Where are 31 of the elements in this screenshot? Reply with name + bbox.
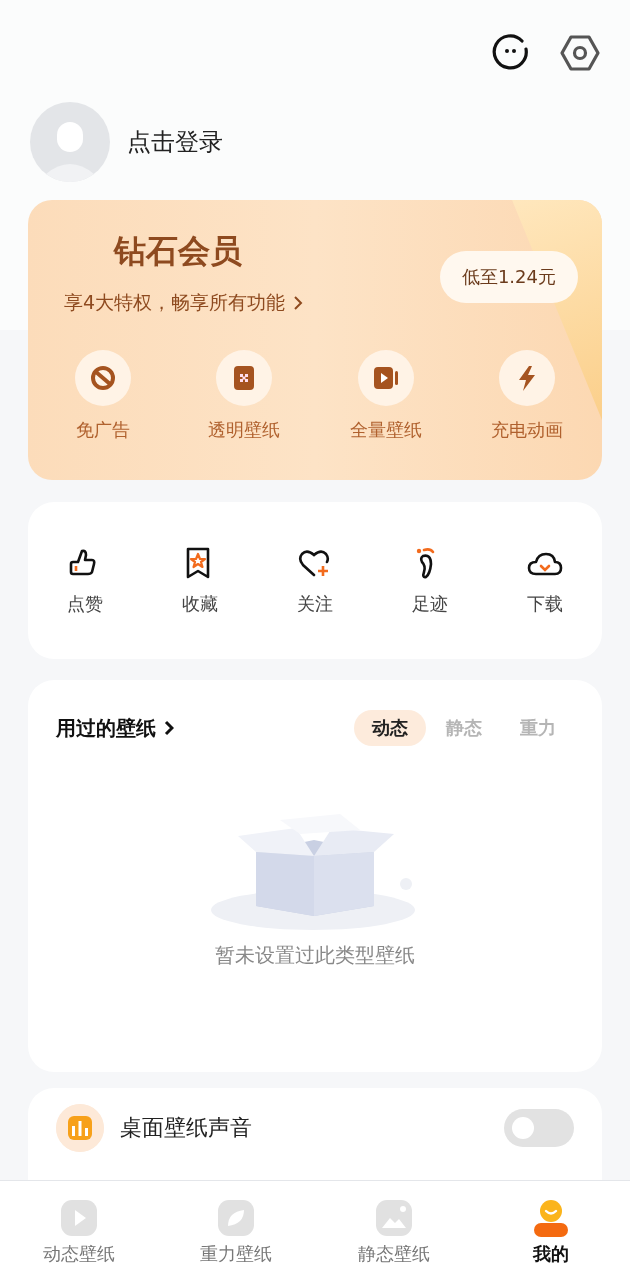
shortcut-label[interactable]: 点赞: [67, 591, 104, 616]
empty-message: 暂未设置过此类型壁纸: [214, 942, 416, 969]
chevron-right-icon: [293, 295, 304, 311]
nav-tab[interactable]: 静态壁纸: [315, 1181, 473, 1280]
leaf-icon: [216, 1198, 257, 1238]
toggle-switch[interactable]: [504, 1109, 574, 1147]
perk-label[interactable]: 充电动画: [491, 418, 564, 442]
perk-label[interactable]: 免广告: [75, 418, 130, 442]
settings-icon[interactable]: [560, 34, 600, 72]
shortcut-label[interactable]: 收藏: [182, 591, 219, 616]
perk-label[interactable]: 透明壁纸: [208, 418, 281, 442]
nav-tab[interactable]: 我的: [472, 1181, 630, 1280]
filter-tab[interactable]: 动态: [354, 710, 426, 746]
vip-card[interactable]: 钻石会员 享4大特权，畅享所有功能 低至1.24元 免广告 透明壁纸 全量壁纸 充电动画: [28, 200, 602, 480]
sound-bars-icon: [56, 1104, 104, 1152]
image-icon: [373, 1198, 414, 1238]
shortcut-label[interactable]: 下载: [526, 591, 563, 616]
nav-tab[interactable]: 重力壁纸: [157, 1181, 315, 1280]
section-title[interactable]: 用过的壁纸: [56, 714, 156, 742]
price-button[interactable]: 低至1.24元: [439, 251, 578, 303]
setting-label: 桌面壁纸声音: [120, 1114, 253, 1142]
shortcut-label[interactable]: 足迹: [411, 591, 448, 616]
login-link[interactable]: 点击登录: [127, 126, 223, 158]
perk-label[interactable]: 全量壁纸: [349, 418, 422, 442]
vip-title: 钻石会员: [114, 231, 242, 272]
play-icon: [58, 1198, 99, 1238]
nav-tab[interactable]: 动态壁纸: [0, 1181, 158, 1280]
shortcut-label[interactable]: 关注: [297, 591, 333, 616]
smiley-icon[interactable]: [492, 34, 530, 72]
chevron-right-icon[interactable]: [164, 720, 174, 736]
vip-subtitle: 享4大特权，畅享所有功能: [64, 290, 286, 315]
